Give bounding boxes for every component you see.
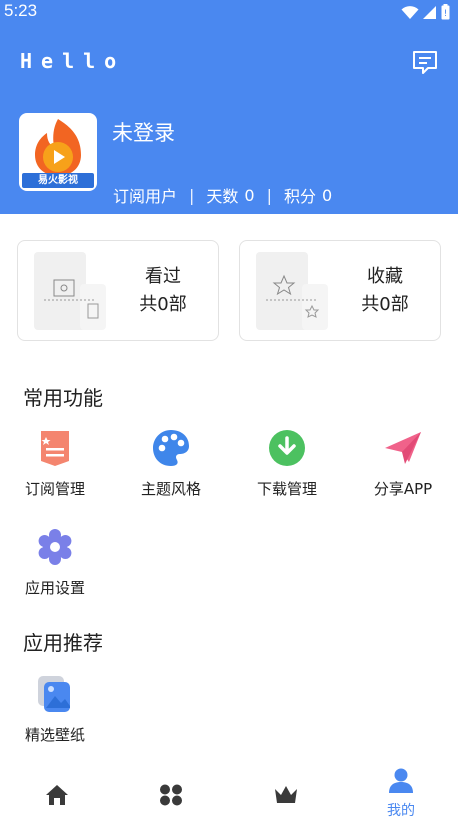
avatar[interactable]: 易火影视 xyxy=(19,113,97,191)
watched-illustration-icon xyxy=(34,252,106,330)
nav-categories[interactable] xyxy=(114,762,228,820)
battery-icon: ! xyxy=(441,4,450,20)
gear-icon xyxy=(38,529,72,565)
app-settings-button[interactable]: 应用设置 xyxy=(0,527,110,598)
user-icon xyxy=(389,768,413,793)
watched-card[interactable]: 看过 共0部 xyxy=(17,240,219,341)
points-value: 0 xyxy=(322,185,333,205)
avatar-logo-text: 易火影视 xyxy=(22,173,94,188)
nav-home[interactable] xyxy=(0,762,114,820)
paper-plane-icon xyxy=(385,432,421,464)
points-label: 积分 xyxy=(284,187,317,206)
days-label: 天数 xyxy=(206,187,239,206)
favorites-title: 收藏 xyxy=(367,266,403,287)
share-app-button[interactable]: 分享APP xyxy=(348,428,458,499)
subscription-label: 订阅管理 xyxy=(24,480,85,498)
download-management-button[interactable]: 下载管理 xyxy=(232,428,342,499)
nav-mine[interactable]: 我的 xyxy=(344,762,458,820)
favorites-illustration-icon xyxy=(256,252,328,330)
wifi-icon xyxy=(401,5,419,19)
download-management-label: 下载管理 xyxy=(256,480,317,498)
favorites-count: 共0部 xyxy=(361,294,409,315)
wallpaper-button[interactable]: 精选壁纸 xyxy=(0,674,110,745)
stats-divider: | xyxy=(266,185,272,205)
stats-divider: | xyxy=(189,185,195,205)
download-icon xyxy=(269,430,305,466)
login-status[interactable]: 未登录 xyxy=(112,117,175,147)
days-value: 0 xyxy=(244,185,255,205)
signal-icon xyxy=(423,5,436,19)
bottom-nav: 我的 xyxy=(0,762,458,820)
app-settings-label: 应用设置 xyxy=(24,579,85,597)
favorites-card[interactable]: 收藏 共0部 xyxy=(239,240,441,341)
subscription-label: 订阅用户 xyxy=(113,187,178,206)
theme-style-button[interactable]: 主题风格 xyxy=(116,428,226,499)
nav-vip[interactable] xyxy=(229,762,343,820)
svg-text:!: ! xyxy=(444,9,448,19)
watched-title: 看过 xyxy=(145,266,181,287)
common-functions-title: 常用功能 xyxy=(23,386,103,410)
theme-style-label: 主题风格 xyxy=(140,480,201,498)
status-time: 5:23 xyxy=(4,1,38,20)
grid-icon xyxy=(160,784,182,806)
home-icon xyxy=(46,785,68,805)
status-icons: ! xyxy=(401,4,450,20)
nav-mine-label: 我的 xyxy=(387,803,415,819)
crown-icon xyxy=(275,786,297,803)
messages-button[interactable] xyxy=(410,48,440,76)
wallpaper-icon xyxy=(38,676,70,712)
subscription-management-button[interactable]: 订阅管理 xyxy=(0,428,110,499)
watched-text: 看过 共0部 xyxy=(118,263,208,319)
app-title: Hello xyxy=(20,49,126,73)
profile-header: 5:23 ! Hello 易火影视 未登录 订阅用户 | 天数 0 | 积分 0 xyxy=(0,0,458,214)
chat-icon xyxy=(413,51,437,74)
status-bar: 5:23 ! xyxy=(0,0,458,24)
subscription-icon xyxy=(41,431,69,466)
share-app-label: 分享APP xyxy=(373,480,433,498)
app-recommend-title: 应用推荐 xyxy=(23,631,103,655)
user-stats: 订阅用户 | 天数 0 | 积分 0 xyxy=(113,183,332,207)
wallpaper-label: 精选壁纸 xyxy=(24,726,85,744)
watched-count: 共0部 xyxy=(139,294,187,315)
palette-icon xyxy=(153,430,189,466)
favorites-text: 收藏 共0部 xyxy=(340,263,430,319)
